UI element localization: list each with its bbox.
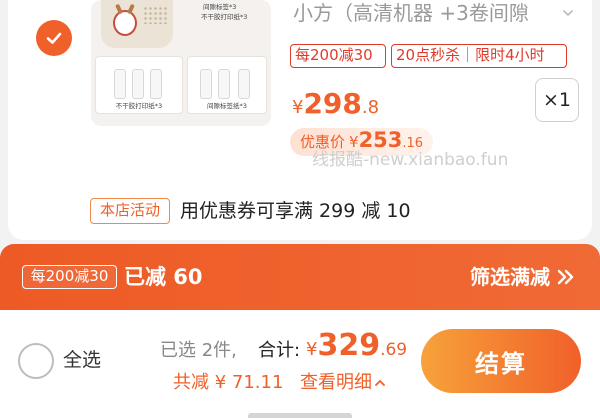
store-activity-tag: 本店活动 (90, 198, 170, 224)
select-all-checkbox[interactable] (18, 343, 54, 379)
banner-promo-tag: 每200减30 (22, 265, 117, 289)
total-price: ¥329.69 (306, 328, 408, 363)
thumb-panel-gap-rolls: 间隙标签纸*3 (187, 56, 267, 114)
product-thumbnail[interactable]: 间隙标签*3 不干胶打印纸*3 不干胶打印纸*3 间隙标签纸*3 (91, 0, 271, 126)
product-variant-title[interactable]: 小方（高清机器 +3卷间隙 (293, 0, 558, 26)
chevron-down-icon[interactable] (561, 6, 575, 20)
cart-item-card: 间隙标签*3 不干胶打印纸*3 不干胶打印纸*3 间隙标签纸*3 小方（高清机器… (8, 0, 592, 240)
thumb-label-gap: 间隙标签*3 (203, 3, 237, 11)
watermark: 线报酷-new.xianbao.fun (312, 150, 509, 170)
thumb-label-sticker: 不干胶打印纸*3 (201, 13, 248, 21)
item-price: ¥298.8 (292, 87, 380, 120)
filter-discount-link[interactable]: 筛选满减 (470, 262, 550, 292)
checkout-bar: 全选 已选 2件, 合计: ¥329.69 共减 ¥ 71.11 查看明细 结算 (0, 310, 600, 418)
item-checkbox-checked[interactable] (36, 20, 72, 56)
home-indicator (248, 413, 352, 418)
total-label: 合计: (258, 340, 301, 361)
chevron-up-icon (375, 379, 385, 386)
quantity-selector[interactable]: ×1 (535, 78, 579, 122)
banner-saved-amount: 已减 60 (124, 265, 203, 289)
selected-count: 已选 2件, (160, 340, 237, 361)
promo-tag-flash-sale: 20点秒杀｜限时4小时 (391, 44, 567, 68)
thumb-panel-sticker-rolls: 不干胶打印纸*3 (95, 56, 183, 114)
checkout-button[interactable]: 结算 (421, 329, 581, 393)
select-all-label[interactable]: 全选 (63, 346, 101, 374)
double-chevron-right-icon[interactable] (556, 268, 576, 286)
reindeer-face-image (113, 10, 137, 36)
total-discount: 共减 ¥ 71.11 (173, 372, 284, 393)
discount-banner: 每200减30 已减 60 筛选满减 (0, 244, 600, 310)
view-details-link[interactable]: 查看明细 (300, 370, 386, 396)
checkmark-icon (46, 32, 62, 44)
promo-tag-discount: 每200减30 (290, 44, 386, 68)
store-activity-text[interactable]: 用优惠券可享满 299 减 10 (180, 197, 411, 225)
